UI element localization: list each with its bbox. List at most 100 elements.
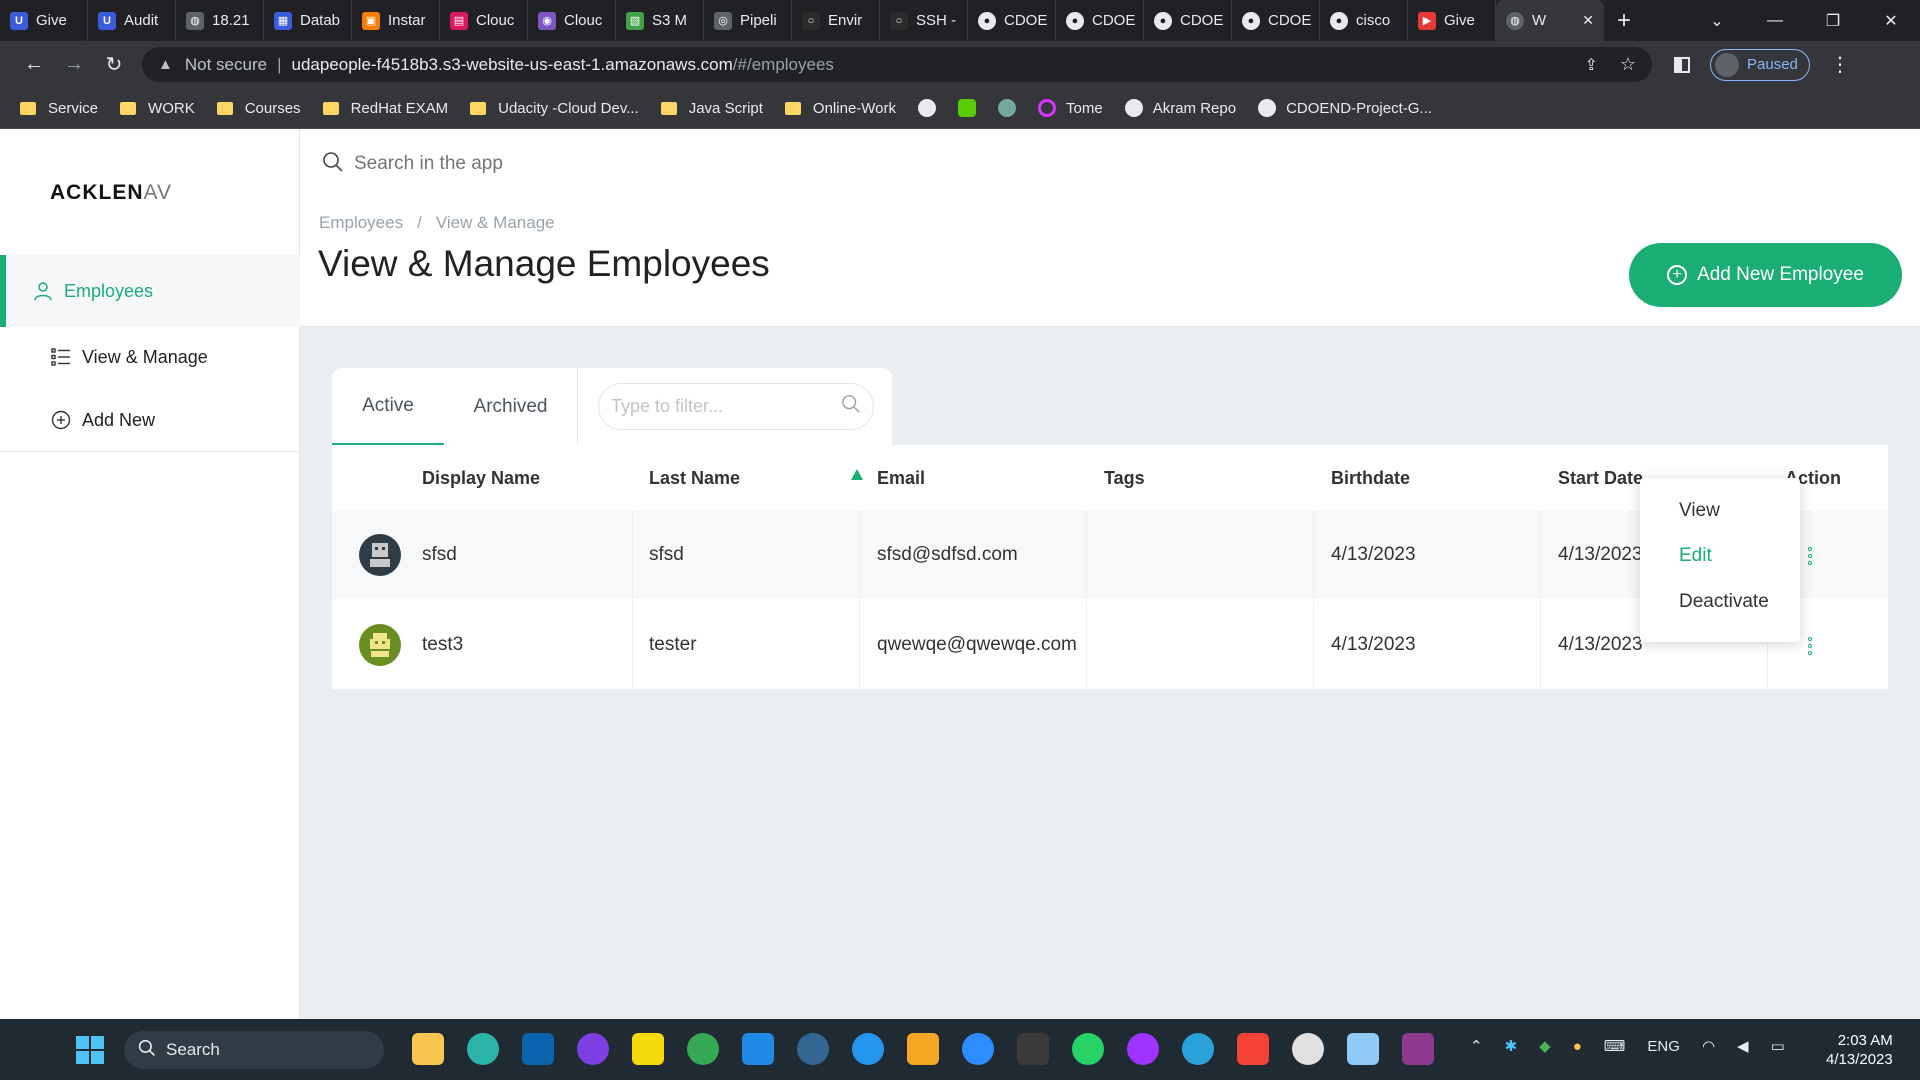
wifi-icon[interactable]: ◠ <box>1702 1037 1715 1055</box>
search-input[interactable] <box>354 153 954 175</box>
column-start-date[interactable]: Start Date <box>1558 445 1643 511</box>
clock-app-icon[interactable] <box>1292 1033 1324 1065</box>
language-indicator[interactable]: ENG <box>1647 1038 1680 1055</box>
bookmark-star-icon[interactable]: ☆ <box>1620 54 1636 75</box>
browser-tab[interactable]: ▦ Datab <box>264 0 352 41</box>
browser-tab[interactable]: ● CDOE <box>1232 0 1320 41</box>
close-tab-icon[interactable]: ✕ <box>1582 12 1594 29</box>
profile-button[interactable]: Paused <box>1710 48 1810 81</box>
tab-search-icon[interactable]: ⌄ <box>1688 11 1746 31</box>
browser-tab[interactable]: ▣ Instar <box>352 0 440 41</box>
new-tab-button[interactable]: + <box>1604 7 1644 35</box>
bookmark-site[interactable] <box>918 99 937 117</box>
filter-input[interactable] <box>611 396 821 417</box>
volume-icon[interactable]: ◀ <box>1737 1037 1749 1055</box>
close-window-button[interactable]: ✕ <box>1862 11 1920 31</box>
row-actions-icon[interactable] <box>1808 547 1812 565</box>
postgres-icon[interactable] <box>797 1033 829 1065</box>
column-email[interactable]: Email <box>877 445 925 511</box>
menu-item-view[interactable]: View <box>1679 500 1720 522</box>
breadcrumb-employees[interactable]: Employees <box>319 213 403 232</box>
browser-menu-icon[interactable]: ⋮ <box>1830 52 1850 77</box>
reload-button[interactable]: ↻ <box>94 52 134 77</box>
menu-item-edit[interactable]: Edit <box>1679 545 1712 567</box>
file-explorer-icon[interactable] <box>412 1033 444 1065</box>
app-icon[interactable] <box>577 1033 609 1065</box>
minimize-button[interactable]: — <box>1746 12 1804 30</box>
browser-tab[interactable]: ● CDOE <box>968 0 1056 41</box>
column-birthdate[interactable]: Birthdate <box>1331 445 1410 511</box>
virtualbox-icon[interactable] <box>907 1033 939 1065</box>
restore-button[interactable]: ❐ <box>1804 11 1862 31</box>
bookmark-folder[interactable]: RedHat EXAM <box>322 100 448 117</box>
snipping-tool-icon[interactable] <box>1017 1033 1049 1065</box>
bookmark-site[interactable] <box>958 99 977 117</box>
browser-tab[interactable]: ● CDOE <box>1056 0 1144 41</box>
folder-icon <box>120 101 137 115</box>
browser-tab[interactable]: ● cisco <box>1320 0 1408 41</box>
whatsapp-icon[interactable] <box>1072 1033 1104 1065</box>
browser-tab[interactable]: ◉ Clouc <box>528 0 616 41</box>
browser-tab-active[interactable]: ◍ W ✕ <box>1496 0 1604 41</box>
bookmark-folder[interactable]: Udacity -Cloud Dev... <box>470 100 639 117</box>
sidebar-item-employees[interactable]: Employees <box>0 255 300 327</box>
bookmark-site[interactable] <box>998 99 1017 117</box>
column-last-name[interactable]: Last Name <box>649 445 740 511</box>
sublime-icon[interactable] <box>1237 1033 1269 1065</box>
bluetooth-icon[interactable]: ✱ <box>1505 1037 1518 1055</box>
browser-tab[interactable]: U Audit <box>88 0 176 41</box>
telegram-icon[interactable] <box>1182 1033 1214 1065</box>
vscode-icon[interactable] <box>742 1033 774 1065</box>
sort-ascending-icon[interactable] <box>851 469 863 480</box>
browser-tab[interactable]: ○ Envir <box>792 0 880 41</box>
sidebar-item-view-manage[interactable]: View & Manage <box>50 346 208 368</box>
tab-active[interactable]: Active <box>332 368 444 445</box>
back-button[interactable]: ← <box>14 53 54 76</box>
bookmark-folder[interactable]: Service <box>20 100 98 117</box>
bookmark-site[interactable]: Tome <box>1038 99 1103 117</box>
forward-button[interactable]: → <box>54 53 94 76</box>
browser-tab[interactable]: U Give <box>0 0 88 41</box>
column-tags[interactable]: Tags <box>1104 445 1145 511</box>
start-button[interactable] <box>76 1036 104 1064</box>
bookmark-folder[interactable]: Java Script <box>660 100 763 117</box>
side-panel-icon[interactable] <box>1674 56 1690 73</box>
browser-tab[interactable]: ● CDOE <box>1144 0 1232 41</box>
tab-archived[interactable]: Archived <box>444 368 578 445</box>
outlook-icon[interactable] <box>522 1033 554 1065</box>
row-actions-icon[interactable] <box>1808 637 1812 655</box>
menu-item-deactivate[interactable]: Deactivate <box>1679 591 1769 613</box>
battery-icon[interactable]: ▭ <box>1771 1037 1785 1055</box>
bookmark-site[interactable]: CDOEND-Project-G... <box>1258 99 1432 117</box>
clock[interactable]: 2:03 AM 4/13/2023 <box>1826 1031 1893 1069</box>
browser-tab[interactable]: ○ SSH - <box>880 0 968 41</box>
browser-tab[interactable]: ▶ Give <box>1408 0 1496 41</box>
document-icon[interactable] <box>1347 1033 1379 1065</box>
browser-tab[interactable]: ◍ 18.21 <box>176 0 264 41</box>
bookmark-site[interactable]: Akram Repo <box>1124 99 1236 117</box>
defender-icon[interactable]: ◆ <box>1539 1037 1551 1055</box>
keyboard-icon[interactable]: ⌨ <box>1604 1037 1626 1055</box>
chevron-up-icon[interactable]: ⌃ <box>1470 1037 1483 1055</box>
address-bar[interactable]: ▲ Not secure | udapeople-f4518b3.s3-webs… <box>142 47 1652 82</box>
logo[interactable]: ACKLENAV <box>50 181 172 205</box>
browser-tab[interactable]: ◎ Pipeli <box>704 0 792 41</box>
winrar-icon[interactable] <box>1402 1033 1434 1065</box>
browser-tab[interactable]: ▤ Clouc <box>440 0 528 41</box>
sticky-notes-icon[interactable] <box>632 1033 664 1065</box>
chrome-icon[interactable] <box>687 1033 719 1065</box>
browser-tab[interactable]: ▧ S3 M <box>616 0 704 41</box>
bookmark-folder[interactable]: WORK <box>120 100 195 117</box>
bookmark-folder[interactable]: Online-Work <box>784 100 896 117</box>
taskbar-search[interactable]: Search <box>124 1031 384 1069</box>
zoom-icon[interactable] <box>962 1033 994 1065</box>
share-icon[interactable]: ⇪ <box>1584 55 1597 75</box>
docker-icon[interactable] <box>852 1033 884 1065</box>
add-new-employee-button[interactable]: + Add New Employee <box>1629 243 1902 307</box>
microphone-icon[interactable]: ● <box>1573 1038 1582 1055</box>
sidebar-item-add-new[interactable]: Add New <box>50 409 155 431</box>
column-display-name[interactable]: Display Name <box>422 445 540 511</box>
messenger-icon[interactable] <box>1127 1033 1159 1065</box>
edge-icon[interactable] <box>467 1033 499 1065</box>
bookmark-folder[interactable]: Courses <box>216 100 301 117</box>
